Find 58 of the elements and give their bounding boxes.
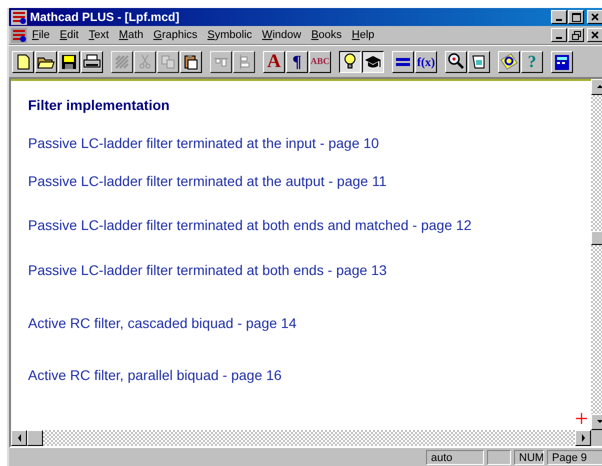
page-link[interactable]: Active RC filter, cascaded biquad - page 14	[28, 315, 296, 331]
scroll-right-button[interactable]	[575, 430, 591, 446]
help-note-icon	[500, 53, 518, 70]
maximize-icon	[572, 12, 580, 22]
toolbar-button[interactable]	[362, 50, 384, 72]
horizontal-scrollbar[interactable]	[11, 430, 591, 446]
close-button[interactable]	[587, 28, 602, 42]
page-link[interactable]: Active RC filter, parallel biquad - page 16	[28, 367, 282, 383]
copy-icon	[160, 54, 176, 70]
maximize-button[interactable]	[568, 10, 584, 24]
function-button[interactable]: f(x)	[415, 50, 437, 72]
scissors-icon	[139, 54, 151, 70]
menu-item[interactable]: Text	[84, 29, 114, 41]
hatched-graph-icon	[114, 54, 130, 70]
crosshair-cursor-icon	[576, 413, 587, 424]
menu-item[interactable]: Edit	[54, 29, 84, 41]
menu-item[interactable]: Window	[257, 29, 306, 41]
close-icon	[591, 31, 599, 39]
light-bulb-icon	[344, 53, 356, 70]
printer-icon	[83, 54, 101, 69]
page-link[interactable]: Passive LC-ladder filter terminated at the autput - page 11	[28, 173, 386, 189]
new-page-icon	[16, 54, 30, 70]
menu-item[interactable]: Symbolic	[202, 29, 258, 41]
restore-button[interactable]	[568, 28, 584, 42]
status-pane: auto	[426, 450, 484, 464]
window-title: Mathcad PLUS - [Lpf.mcd]	[30, 10, 180, 24]
align-left-icon	[238, 54, 250, 70]
menu-item[interactable]: Books	[306, 29, 347, 41]
status-pane	[487, 450, 511, 464]
toolbar-button[interactable]	[339, 50, 361, 72]
page-link[interactable]: Passive LC-ladder filter terminated at both ends and matched - page 12	[28, 217, 472, 233]
close-icon	[591, 13, 599, 21]
minimize-button[interactable]	[551, 10, 567, 24]
magnifier-icon	[448, 53, 464, 70]
menu-item[interactable]: Graphics	[148, 29, 202, 41]
minimize-button[interactable]	[551, 28, 567, 42]
section-heading: Filter implementation	[28, 97, 171, 113]
spelling-button[interactable]: ABC	[309, 50, 331, 72]
menu-item[interactable]: File	[27, 29, 55, 41]
status-pane: Page 9	[547, 450, 602, 464]
restore-icon	[572, 30, 580, 40]
close-button[interactable]	[587, 10, 602, 24]
clipboard-icon	[183, 54, 199, 70]
page-link[interactable]: Passive LC-ladder filter terminated at the input - page 10	[28, 135, 379, 151]
scroll-left-button[interactable]	[11, 430, 27, 446]
document-icon	[11, 28, 27, 42]
resource-page-icon	[471, 54, 487, 70]
calculator-icon	[554, 54, 570, 70]
align-top-icon	[213, 56, 229, 68]
status-pane: NUM	[514, 450, 544, 464]
font-style-button[interactable]: A	[263, 50, 285, 72]
scroll-thumb[interactable]	[27, 430, 43, 446]
equals-icon	[395, 56, 411, 68]
graduation-cap-icon	[364, 54, 382, 68]
page-link[interactable]: Passive LC-ladder filter terminated at both ends - page 13	[28, 262, 387, 278]
menu-item[interactable]: Help	[346, 29, 380, 41]
menu-item[interactable]: Math	[114, 29, 148, 41]
paragraph-button[interactable]: ¶	[286, 50, 308, 72]
